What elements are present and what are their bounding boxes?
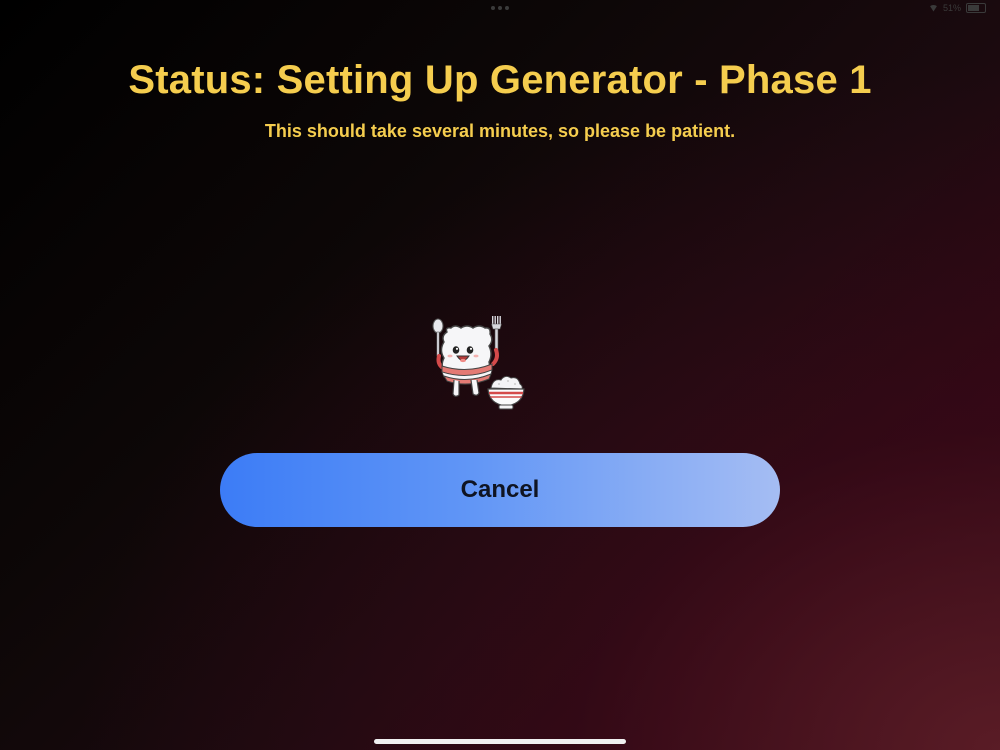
fork-icon (491, 316, 502, 352)
status-bar: 51% (0, 0, 1000, 18)
battery-icon (966, 3, 986, 13)
rice-bowl-icon (487, 375, 525, 410)
wifi-icon (928, 4, 938, 12)
page-subtitle: This should take several minutes, so ple… (264, 121, 736, 141)
page-title: Status: Setting Up Generator - Phase 1 (128, 58, 872, 102)
status-indicators: 51% (928, 3, 986, 13)
rice-body (440, 325, 493, 385)
rice-mascot-illustration (432, 316, 525, 410)
cancel-button[interactable]: Cancel (220, 453, 780, 527)
home-indicator[interactable] (374, 739, 626, 744)
battery-percentage: 51% (942, 3, 961, 13)
multitasking-indicator[interactable] (491, 6, 509, 10)
